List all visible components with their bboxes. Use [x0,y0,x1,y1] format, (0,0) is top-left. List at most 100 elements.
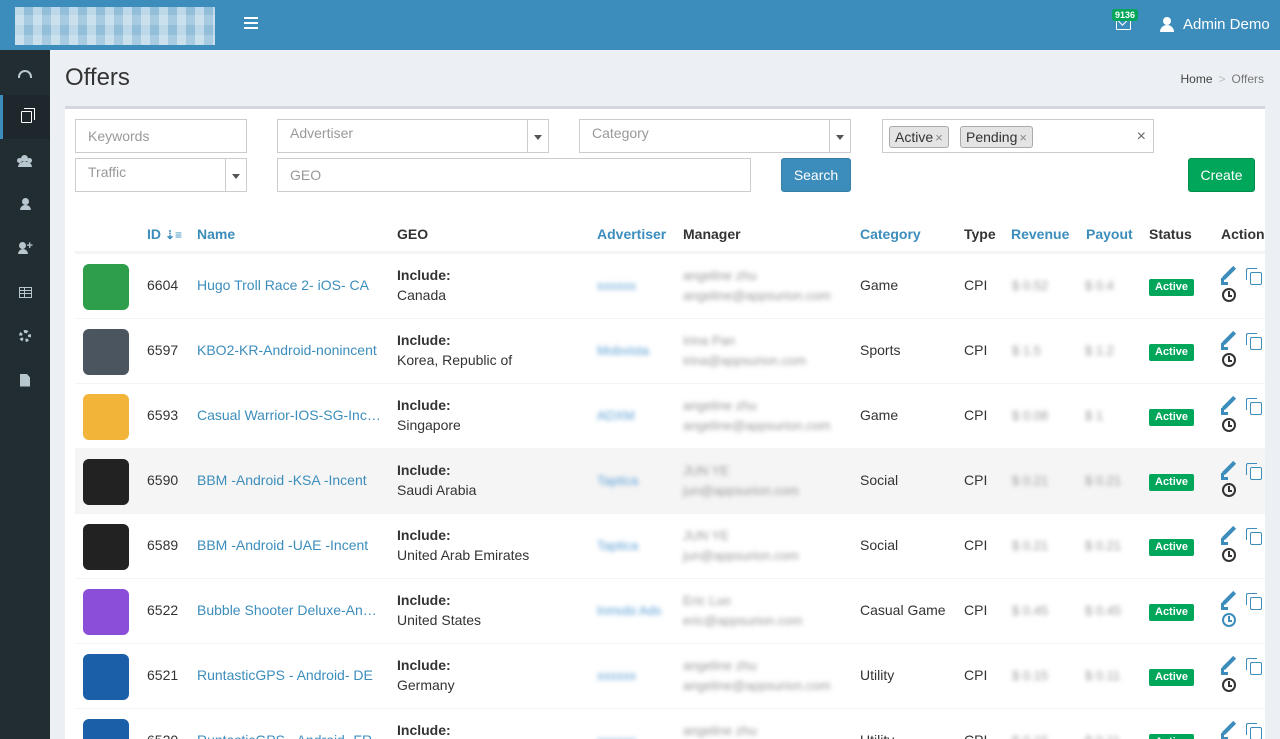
offer-name-link[interactable]: BBM -Android -UAE -Incent [197,537,383,553]
manager-email: jun@appsurion.com [683,483,799,498]
tag-remove-icon[interactable]: × [1019,130,1027,145]
table-row[interactable]: 6520 RuntasticGPS - Android- FR Include:… [75,708,1265,739]
edit-icon[interactable] [1221,266,1237,282]
sort-numeric-desc-icon[interactable]: ⇣≡ [165,228,182,242]
status-tag-pending[interactable]: Pending × [960,126,1033,148]
keywords-placeholder: Keywords [88,128,150,144]
sidebar-item-offers[interactable] [0,95,50,139]
sidebar-item-users[interactable] [0,138,50,182]
sidebar-item-add-user[interactable] [0,226,50,270]
table-row[interactable]: 6590 BBM -Android -KSA -Incent Include: … [75,448,1265,513]
type-value: CPI [964,407,988,423]
search-button[interactable]: Search [781,158,851,192]
sidebar-item-table[interactable] [0,270,50,314]
traffic-select[interactable]: Traffic [75,158,247,192]
table-row[interactable]: 6522 Bubble Shooter Deluxe-Android Inclu… [75,578,1265,643]
chevron-down-icon[interactable] [829,120,850,152]
edit-icon[interactable] [1221,396,1237,412]
history-clock-icon[interactable] [1222,613,1236,627]
offer-id: 6593 [147,407,179,423]
column-header-payout[interactable]: Payout [1086,226,1133,242]
duplicate-icon[interactable] [1246,463,1262,480]
duplicate-icon[interactable] [1246,333,1262,350]
history-clock-icon[interactable] [1222,418,1236,432]
user-icon[interactable] [1160,17,1174,32]
sidebar-item-reports[interactable] [0,358,50,402]
edit-icon[interactable] [1221,526,1237,542]
column-header-id[interactable]: ID ⇣≡ [147,226,182,242]
offer-name-link[interactable]: RuntasticGPS - Android- DE [197,667,383,683]
status-badge: Active [1149,734,1195,739]
duplicate-icon[interactable] [1246,528,1262,545]
offer-thumbnail [83,589,129,635]
column-header-advertiser[interactable]: Advertiser [597,226,666,242]
edit-icon[interactable] [1221,461,1237,477]
table-row[interactable]: 6521 RuntasticGPS - Android- DE Include:… [75,643,1265,708]
history-clock-icon[interactable] [1222,678,1236,692]
chevron-down-icon[interactable] [225,159,246,191]
edit-icon[interactable] [1221,656,1237,672]
geo-placeholder: GEO [290,167,322,183]
column-header-name[interactable]: Name [197,226,235,242]
status-tag-label: Pending [966,129,1018,145]
create-button[interactable]: Create [1188,158,1255,192]
file-icon [20,373,30,387]
brand-logo[interactable] [15,7,215,45]
column-header-category[interactable]: Category [860,226,921,242]
duplicate-icon[interactable] [1246,268,1262,285]
sidebar-item-user[interactable] [0,182,50,226]
geo-input[interactable]: GEO [277,158,751,192]
duplicate-icon[interactable] [1246,723,1262,739]
duplicate-icon[interactable] [1246,593,1262,610]
advertiser-select[interactable]: Advertiser [277,119,549,153]
offer-name-link[interactable]: RuntasticGPS - Android- FR [197,732,383,739]
status-tag-active[interactable]: Active × [889,126,949,148]
offer-name-link[interactable]: Hugo Troll Race 2- iOS- CA [197,277,383,293]
payout-value: $ 0.11 [1085,668,1121,683]
advertiser-link[interactable]: xxxxxx [597,278,636,293]
advertiser-link[interactable]: Taptica [597,538,638,553]
geo-include-label: Include: [397,722,451,738]
chevron-down-icon[interactable] [527,120,548,152]
table-row[interactable]: 6589 BBM -Android -UAE -Incent Include: … [75,513,1265,578]
advertiser-link[interactable]: Taptica [597,473,638,488]
revenue-value: $ 0.45 [1012,603,1049,618]
advertiser-link[interactable]: Inmobi Ads [597,603,661,618]
offer-name-link[interactable]: Casual Warrior-IOS-SG-Incent [197,407,383,423]
keywords-input[interactable]: Keywords [75,119,247,153]
revenue-value: $ 0.21 [1012,538,1049,553]
tag-remove-icon[interactable]: × [935,130,943,145]
status-multiselect[interactable]: Active × Pending × × [882,119,1154,153]
geo-value: United Arab Emirates [397,547,530,563]
breadcrumb: Home > Offers [1181,72,1265,86]
category-select[interactable]: Category [579,119,851,153]
manager-email: angeline@appsurion.com [683,288,831,303]
table-row[interactable]: 6597 KBO2-KR-Android-nonincent Include: … [75,318,1265,383]
offer-name-link[interactable]: KBO2-KR-Android-nonincent [197,342,383,358]
edit-icon[interactable] [1221,591,1237,607]
user-menu-name[interactable]: Admin Demo [1183,16,1270,33]
sidebar-item-settings[interactable] [0,314,50,358]
history-clock-icon[interactable] [1222,483,1236,497]
column-header-revenue[interactable]: Revenue [1011,226,1069,242]
table-row[interactable]: 6604 Hugo Troll Race 2- iOS- CA Include:… [75,253,1265,318]
column-header-manager: Manager [683,226,741,242]
advertiser-link[interactable]: xxxxxx [597,733,636,739]
history-clock-icon[interactable] [1222,548,1236,562]
offer-name-link[interactable]: BBM -Android -KSA -Incent [197,472,383,488]
table-row[interactable]: 6593 Casual Warrior-IOS-SG-Incent Includ… [75,383,1265,448]
duplicate-icon[interactable] [1246,658,1262,675]
edit-icon[interactable] [1221,721,1237,737]
history-clock-icon[interactable] [1222,288,1236,302]
edit-icon[interactable] [1221,331,1237,347]
history-clock-icon[interactable] [1222,353,1236,367]
sidebar-toggle-icon[interactable] [244,17,258,31]
advertiser-link[interactable]: Mobvista [597,343,649,358]
sidebar-item-dashboard[interactable] [0,52,50,96]
offer-name-link[interactable]: Bubble Shooter Deluxe-Android [197,602,383,618]
advertiser-link[interactable]: ADXM [597,408,635,423]
breadcrumb-home[interactable]: Home [1181,72,1213,86]
duplicate-icon[interactable] [1246,398,1262,415]
clear-icon[interactable]: × [1137,128,1146,146]
advertiser-link[interactable]: xxxxxx [597,668,636,683]
